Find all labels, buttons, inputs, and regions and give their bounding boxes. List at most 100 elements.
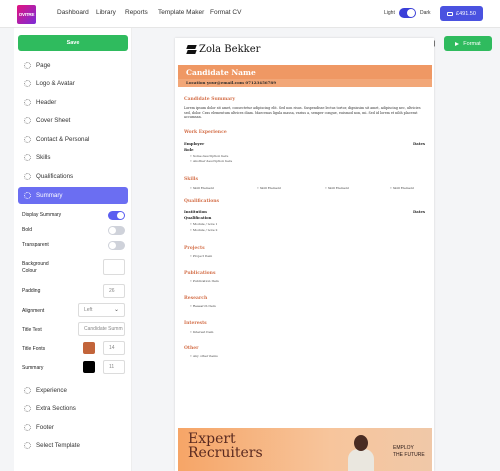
- sidebar-item-select-template[interactable]: Select Template: [18, 438, 128, 453]
- sidebar-item-label: Page: [36, 62, 51, 69]
- other-item: Any other items: [190, 354, 218, 358]
- employer: Employer: [184, 141, 205, 146]
- theme-light-label: Light: [384, 10, 395, 16]
- background-colour-picker[interactable]: [103, 259, 125, 275]
- ad-title-line: Recruiters: [188, 445, 263, 461]
- institution: Institution: [184, 209, 207, 214]
- person-body: [348, 449, 374, 471]
- qualifications-section-title: Qualifications: [184, 199, 220, 204]
- sidebar-item-cover-sheet[interactable]: Cover Sheet: [18, 113, 128, 128]
- theme-dark-label: Dark: [420, 10, 431, 16]
- contact-line: Location your@email.com 07123456789: [186, 80, 276, 85]
- sidebar-item-label: Contact & Personal: [36, 136, 90, 143]
- work-item: Some description here: [190, 154, 229, 158]
- research-item: Research Item: [190, 304, 216, 308]
- qualification-dates: Dates: [413, 209, 426, 214]
- sidebar-item-label: Select Template: [36, 442, 80, 449]
- gear-icon: [24, 173, 31, 180]
- candidate-name: Candidate Name: [186, 68, 256, 77]
- skills-section-title: Skills: [184, 177, 199, 182]
- format-button[interactable]: Format: [444, 36, 492, 51]
- sidebar-item-page[interactable]: Page: [18, 58, 128, 73]
- cv-contact-band: Location your@email.com 07123456789: [178, 79, 432, 87]
- padding-input[interactable]: 26: [103, 284, 125, 298]
- summary-font-label: Summary: [22, 365, 44, 371]
- sidebar-item-label: Logo & Avatar: [36, 80, 75, 87]
- bold-toggle[interactable]: [108, 226, 125, 235]
- title-text-input[interactable]: Candidate Summ: [78, 322, 125, 336]
- person-photo: [346, 432, 376, 471]
- sidebar-item-footer[interactable]: Footer: [18, 420, 128, 435]
- sidebar-item-header[interactable]: Header: [18, 95, 128, 110]
- role: Role: [184, 147, 194, 152]
- summary-font-color-swatch[interactable]: [83, 361, 95, 373]
- save-button[interactable]: Save: [18, 35, 128, 51]
- nav-library[interactable]: Library: [96, 9, 116, 16]
- gear-icon: [24, 192, 31, 199]
- transparent-toggle[interactable]: [108, 241, 125, 250]
- ad-title-line: Expert: [188, 431, 236, 447]
- sidebar-item-skills[interactable]: Skills: [18, 150, 128, 165]
- sidebar-item-label: Extra Sections: [36, 405, 76, 412]
- sidebar-item-experience[interactable]: Experience: [18, 383, 128, 398]
- credits-button[interactable]: £491.50: [440, 6, 483, 21]
- gear-icon: [24, 62, 31, 69]
- background-colour-label: Background Colour: [22, 261, 49, 274]
- title-font-color-swatch[interactable]: [83, 342, 95, 354]
- sidebar-item-label: Footer: [36, 424, 54, 431]
- sidebar-item-qualifications[interactable]: Qualifications: [18, 169, 128, 184]
- sidebar-item-extra-sections[interactable]: Extra Sections: [18, 401, 128, 416]
- title-text-label: Title Text: [22, 327, 42, 333]
- skill-item: Skill Element: [390, 186, 414, 190]
- skill-item: Skill Element: [325, 186, 349, 190]
- gear-icon: [24, 442, 31, 449]
- module-item: Module / note 2: [190, 228, 218, 232]
- qualification: Qualification: [184, 215, 212, 220]
- format-label: Format: [463, 40, 481, 47]
- sidebar-item-label: Summary: [36, 192, 63, 199]
- ad-title: Expert Recruiters: [188, 432, 263, 460]
- nav-dashboard[interactable]: Dashboard: [57, 9, 89, 16]
- padding-label: Padding: [22, 288, 41, 294]
- display-summary-toggle[interactable]: [108, 211, 125, 220]
- app-logo[interactable]: OVITRE: [17, 5, 36, 24]
- top-nav-bar: OVITRE Dashboard Library Reports Templat…: [0, 0, 500, 28]
- summary-font-size-input[interactable]: 11: [103, 360, 125, 374]
- skill-item: Skill Element: [190, 186, 214, 190]
- nav-reports[interactable]: Reports: [125, 9, 148, 16]
- gear-icon: [24, 117, 31, 124]
- theme-toggle[interactable]: [399, 8, 416, 18]
- publications-section-title: Publications: [184, 271, 216, 276]
- nav-template-maker[interactable]: Template Maker: [158, 9, 204, 16]
- ad-tagline: EMPLOY THE FUTURE: [393, 445, 425, 458]
- sidebar-item-summary[interactable]: Summary: [18, 187, 128, 204]
- bold-label: Bold: [22, 227, 33, 233]
- gear-icon: [24, 154, 31, 161]
- research-section-title: Research: [184, 296, 208, 301]
- title-font-size-input[interactable]: 14: [103, 341, 125, 355]
- alignment-select[interactable]: Left ⌄: [78, 303, 125, 317]
- sidebar-item-contact-personal[interactable]: Contact & Personal: [18, 132, 128, 147]
- sidebar-item-label: Qualifications: [36, 173, 74, 180]
- cv-brand: Zola Bekker: [187, 44, 260, 55]
- interests-section-title: Interests: [184, 321, 207, 326]
- other-section-title: Other: [184, 346, 199, 351]
- play-icon: [455, 41, 460, 46]
- summary-section-title: Candidate Summary: [184, 97, 236, 102]
- sidebar-item-label: Skills: [36, 154, 51, 161]
- sidebar-item-logo-avatar[interactable]: Logo & Avatar: [18, 76, 128, 91]
- gear-icon: [24, 424, 31, 431]
- cv-preview-page: Zola Bekker Candidate Name Location your…: [175, 38, 434, 471]
- sidebar-item-label: Cover Sheet: [36, 117, 71, 124]
- publication-item: Publication Item: [190, 279, 219, 283]
- module-item: Module / note 1: [190, 222, 218, 226]
- settings-sidebar: Save Page Logo & Avatar Header Cover She…: [14, 28, 132, 471]
- gear-icon: [24, 99, 31, 106]
- gear-icon: [24, 80, 31, 87]
- nav-format-cv[interactable]: Format CV: [210, 9, 241, 16]
- skill-item: Skill Element: [257, 186, 281, 190]
- summary-text: Lorem ipsum dolor sit amet, consectetur …: [184, 106, 421, 120]
- work-dates: Dates: [413, 141, 426, 146]
- recruiter-ad-banner: Expert Recruiters EMPLOY THE FUTURE: [178, 428, 432, 471]
- chevron-down-icon: ⌄: [113, 307, 119, 313]
